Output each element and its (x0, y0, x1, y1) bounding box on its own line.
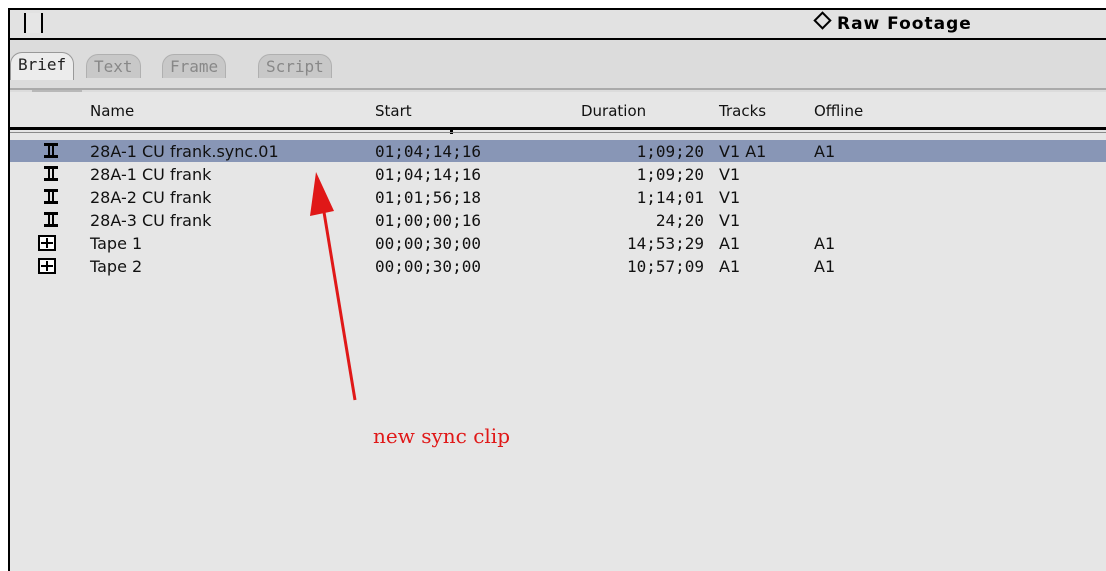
annotation-arrow (310, 172, 357, 401)
annotation-label: new sync clip (373, 424, 510, 448)
bin-window: Raw Footage Brief Text Frame Script Name… (8, 8, 1106, 571)
